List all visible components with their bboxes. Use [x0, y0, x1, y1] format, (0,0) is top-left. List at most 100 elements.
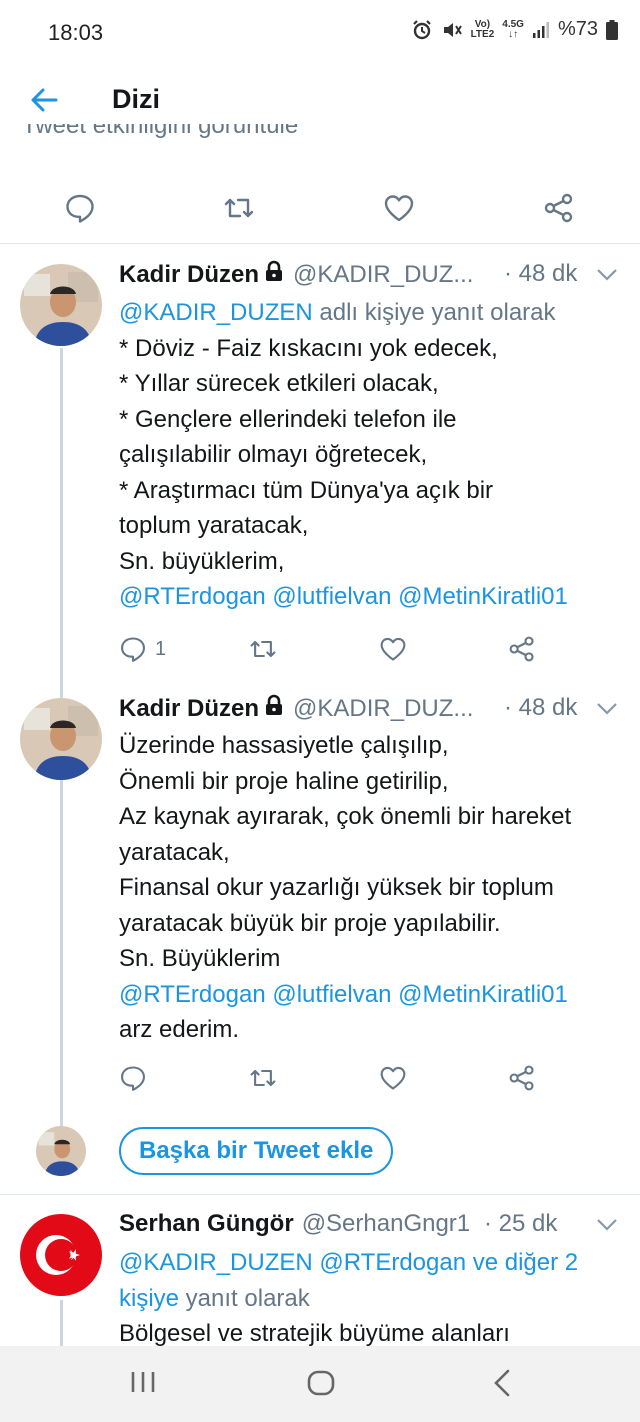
tweet-header: Kadir Düzen @KADIR_DUZ...: [119, 694, 473, 723]
mention-link[interactable]: @KADIR_DUZEN: [119, 299, 313, 326]
data-arrows-icon: ↓↑: [508, 28, 519, 40]
tweet-time: · 48 dk: [504, 260, 577, 288]
retweet-icon: [250, 1069, 276, 1087]
tweet-activity-link[interactable]: Tweet etkinliğini görüntüle: [22, 124, 298, 148]
page-title: Dizi: [112, 84, 161, 114]
reply-button[interactable]: [64, 192, 96, 224]
text-line: Finansal okur yazarlığı yüksek bir toplu…: [119, 874, 554, 901]
status-bar: 18:03 Vo) LTE2 4.5G ↓↑ %73: [0, 0, 640, 64]
share-icon: [509, 636, 534, 662]
author-name[interactable]: Serhan Güngör: [119, 1210, 294, 1238]
share-button[interactable]: [508, 635, 536, 663]
thread-line: [60, 757, 63, 1127]
avatar[interactable]: [20, 264, 102, 346]
text-line: çalışılabilir olmayı öğretecek,: [119, 441, 428, 468]
divider: [0, 243, 640, 244]
home-icon[interactable]: [306, 1368, 336, 1403]
text-line: Üzerinde hassasiyetle çalışılıp,: [119, 732, 449, 759]
reply-context-label: yanıt olarak: [179, 1284, 310, 1312]
chevron-down-icon[interactable]: [596, 702, 618, 721]
status-time: 18:03: [48, 20, 104, 45]
tweet-time-label: · 48 dk: [504, 260, 578, 287]
author-name[interactable]: Kadir Düzen: [119, 261, 259, 289]
chevron-down-icon[interactable]: [596, 1218, 618, 1237]
text-line: * Yıllar sürecek etkileri olacak,: [119, 370, 439, 397]
signal-icon: [532, 21, 550, 39]
tweet-time-label: · 25 dk: [484, 1210, 558, 1237]
text-line: Sn. büyüklerim,: [119, 547, 285, 575]
net-speed-label: 4.5G: [502, 18, 524, 30]
text-line: yaratacak,: [119, 838, 230, 866]
tweet-text: @KADIR_DUZEN adlı kişiye yanıt olarak * …: [119, 295, 629, 615]
mentions-line[interactable]: @RTErdogan @lutfielvan @MetinKiratli01: [119, 579, 629, 615]
reply-context-label: adlı kişiye yanıt olarak: [312, 299, 556, 326]
retweet-icon: [224, 198, 254, 218]
mute-icon: [441, 19, 463, 41]
tweet-activity-label: Tweet etkinliğini görüntüle: [22, 124, 299, 139]
share-icon: [509, 1065, 534, 1091]
tweet-text: Üzerinde hassasiyetle çalışılıp, Önemli …: [119, 728, 629, 1048]
reply-count: 1: [155, 637, 167, 660]
retweet-icon: [250, 640, 276, 658]
reply-mentions-more[interactable]: kişiye: [119, 1285, 179, 1312]
add-tweet-button[interactable]: Başka bir Tweet ekle: [119, 1127, 394, 1175]
divider: [0, 1194, 640, 1195]
tweet-header: Kadir Düzen @KADIR_DUZ...: [119, 260, 473, 289]
text-line: toplum yaratacak,: [119, 512, 309, 539]
author-handle: @KADIR_DUZ...: [293, 694, 474, 722]
author-handle: @SerhanGngr1: [301, 1210, 471, 1237]
reply-button[interactable]: [119, 1064, 147, 1092]
text-line: yaratacak büyük bir proje yapılabilir.: [119, 909, 501, 937]
volte-indicator: Vo) LTE2: [470, 18, 495, 40]
reply-context: @KADIR_DUZEN adlı kişiye yanıt olarak: [119, 295, 629, 331]
text-line: * Gençlere ellerindeki telefon ile: [119, 405, 457, 433]
lock-icon: [263, 260, 285, 289]
text-line: Önemli bir proje haline getirilip,: [119, 767, 449, 795]
author-handle: @KADIR_DUZ...: [293, 260, 474, 288]
share-button[interactable]: [508, 1064, 536, 1092]
text-line: * Araştırmacı tüm Dünya'ya açık bir: [119, 476, 494, 504]
text-line: Az kaynak ayırarak, çok önemli bir harek…: [119, 803, 572, 830]
heart-icon: [384, 195, 414, 222]
turkish-flag-icon: [20, 1214, 102, 1296]
reply-icon: [121, 1066, 145, 1091]
alarm-icon: [411, 19, 433, 41]
lte-label: LTE2: [470, 28, 495, 40]
back-arrow-icon[interactable]: [26, 82, 62, 118]
back-icon[interactable]: [490, 1368, 514, 1403]
battery-percent: %73: [557, 18, 598, 40]
share-button[interactable]: [543, 192, 575, 224]
heart-icon: [380, 637, 406, 661]
retweet-button[interactable]: [222, 192, 256, 224]
reply-mentions[interactable]: @KADIR_DUZEN @RTErdogan ve diğer 2: [119, 1245, 629, 1281]
avatar[interactable]: [20, 698, 102, 780]
recent-apps-icon[interactable]: [130, 1368, 156, 1401]
battery-icon: [606, 19, 618, 40]
reply-icon: [121, 637, 145, 662]
avatar: [36, 1126, 86, 1176]
heart-icon: [380, 1066, 406, 1090]
system-nav-bar: [0, 1346, 640, 1422]
data-indicator: 4.5G ↓↑: [502, 18, 524, 40]
reply-button[interactable]: 1: [119, 635, 166, 663]
tweet-header: Serhan Güngör @SerhanGngr1: [119, 1210, 470, 1238]
retweet-button[interactable]: [248, 1064, 278, 1092]
avatar[interactable]: [20, 1214, 102, 1296]
share-icon: [544, 193, 573, 223]
like-button[interactable]: [379, 1064, 407, 1092]
tweet-time-label: · 48 dk: [504, 694, 578, 721]
volte-label: Vo): [474, 18, 491, 30]
reply-icon: [66, 194, 94, 223]
mentions-line[interactable]: @RTErdogan @lutfielvan @MetinKiratli01: [119, 977, 629, 1013]
tweet-time: · 25 dk: [484, 1210, 557, 1238]
author-name[interactable]: Kadir Düzen: [119, 695, 259, 723]
thread-line: [60, 1300, 63, 1350]
text-line: * Döviz - Faiz kıskacını yok edecek,: [119, 334, 498, 362]
retweet-button[interactable]: [248, 635, 278, 663]
chevron-down-icon[interactable]: [596, 268, 618, 287]
text-line: Sn. Büyüklerim: [119, 945, 281, 972]
like-button[interactable]: [379, 635, 407, 663]
lock-icon: [263, 694, 285, 723]
status-icons: Vo) LTE2 4.5G ↓↑ %73: [411, 18, 618, 41]
like-button[interactable]: [383, 192, 415, 224]
